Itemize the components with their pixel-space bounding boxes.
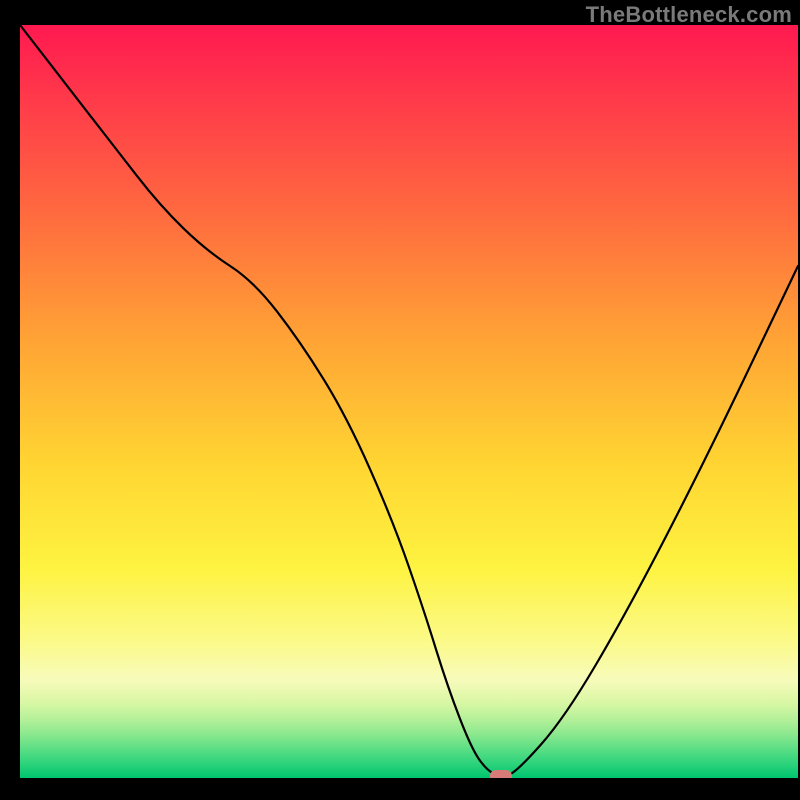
curve-svg [20,25,798,778]
chart-frame: TheBottleneck.com [0,0,800,800]
minimum-marker [490,770,512,778]
bottleneck-curve [20,25,798,776]
plot-area [20,25,798,778]
watermark-text: TheBottleneck.com [586,2,792,28]
